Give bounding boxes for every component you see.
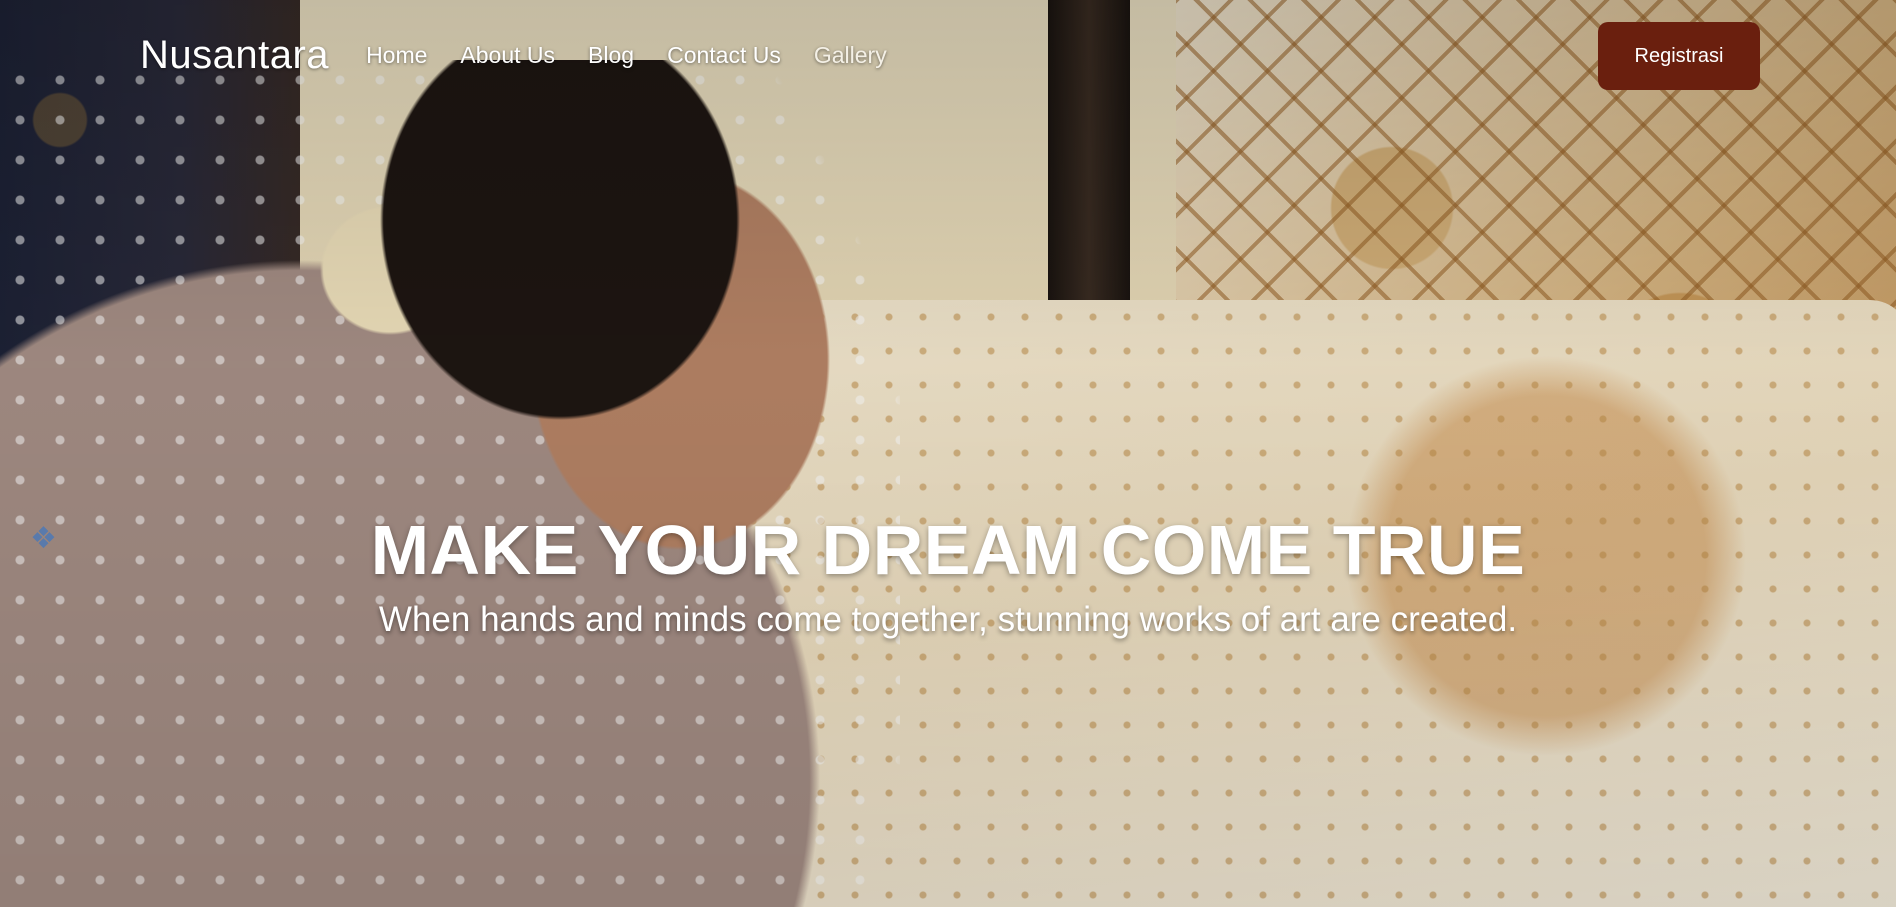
nav-links: Home About Us Blog Contact Us Gallery [366,42,887,69]
nav-item-contact: Contact Us [667,42,781,69]
hero-headline: MAKE YOUR DREAM COME TRUE When hands and… [0,510,1896,640]
hero-title: MAKE YOUR DREAM COME TRUE [370,511,1526,589]
nav-item-home: Home [366,42,427,69]
hero-background-image [0,0,1896,907]
brand-logo[interactable]: Nusantara [140,33,329,78]
navbar: Nusantara Home About Us Blog Contact Us … [0,0,1896,110]
nav-link-blog[interactable]: Blog [588,42,634,68]
hero-section: ❖ Nusantara Home About Us Blog Contact U… [0,0,1896,907]
background-overlay [0,0,1896,907]
nav-link-contact-us[interactable]: Contact Us [667,42,781,68]
hero-subtitle: When hands and minds come together, stun… [378,600,1518,639]
nav-link-home[interactable]: Home [366,42,427,68]
register-button[interactable]: Registrasi [1598,22,1760,90]
nav-item-gallery: Gallery [814,42,887,69]
nav-link-about-us[interactable]: About Us [460,42,555,68]
nav-link-gallery[interactable]: Gallery [814,42,887,68]
nav-item-blog: Blog [588,42,634,69]
nav-item-about: About Us [460,42,555,69]
